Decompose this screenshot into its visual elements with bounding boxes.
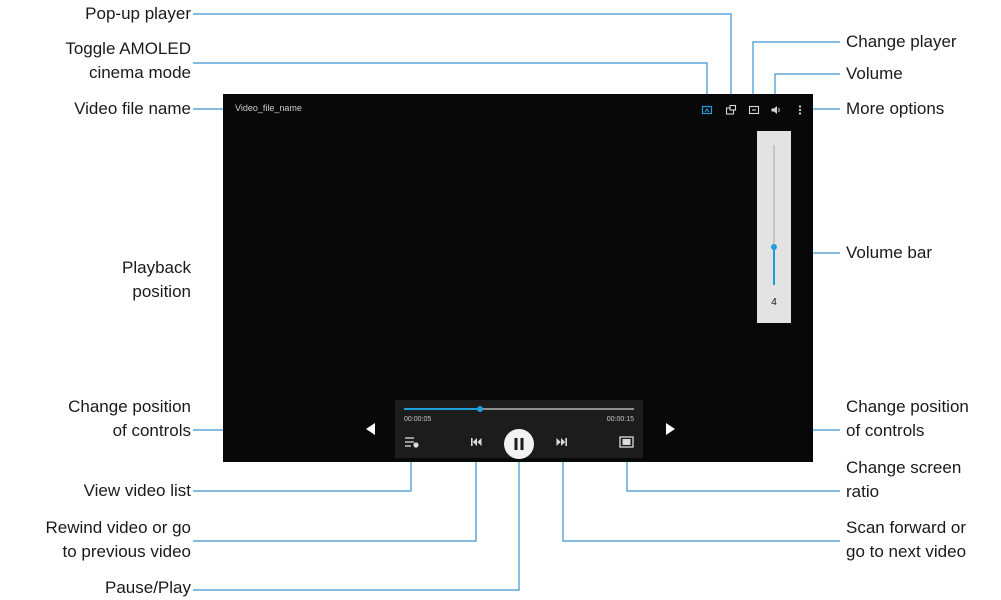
- move-controls-right-arrow-icon[interactable]: [665, 422, 677, 436]
- label-change-screen-ratio-line2: ratio: [846, 482, 880, 501]
- label-change-position-right: Change position of controls: [846, 395, 969, 443]
- label-change-position-left-line2: of controls: [112, 421, 191, 440]
- line-pause-play: [193, 458, 520, 591]
- volume-knob[interactable]: [771, 244, 777, 251]
- pause-play-button[interactable]: [504, 429, 534, 459]
- label-change-player: Change player: [846, 30, 957, 54]
- label-scan-forward-line1: Scan forward or: [846, 518, 966, 537]
- volume-icon[interactable]: [770, 104, 782, 116]
- label-change-player-text: Change player: [846, 32, 957, 51]
- screen-ratio-icon[interactable]: [619, 436, 634, 448]
- label-pause-play-text: Pause/Play: [105, 578, 191, 597]
- popup-player-icon[interactable]: [725, 104, 737, 116]
- label-view-video-list: View video list: [84, 479, 191, 503]
- label-playback-position: Playback position: [122, 256, 191, 304]
- label-more-options: More options: [846, 97, 944, 121]
- more-options-icon[interactable]: [794, 104, 806, 116]
- label-popup-player: Pop-up player: [85, 2, 191, 26]
- label-volume-text: Volume: [846, 64, 903, 83]
- label-scan-forward-line2: go to next video: [846, 542, 967, 561]
- label-playback-position-line2: position: [132, 282, 191, 301]
- label-playback-position-line1: Playback: [122, 258, 191, 277]
- label-video-file-name-text: Video file name: [74, 99, 191, 118]
- label-amoled-line1: Toggle AMOLED: [65, 39, 191, 58]
- label-change-position-left-line1: Change position: [68, 397, 191, 416]
- video-file-name: Video_file_name: [235, 103, 302, 113]
- label-volume-bar: Volume bar: [846, 241, 932, 265]
- playback-position-handle[interactable]: [476, 406, 483, 412]
- rewind-icon[interactable]: [470, 437, 482, 447]
- label-more-options-text: More options: [846, 99, 945, 118]
- line-rewind: [193, 452, 477, 542]
- amoled-cinema-mode-icon[interactable]: [701, 104, 713, 116]
- label-rewind: Rewind video or go to previous video: [45, 516, 191, 564]
- volume-fill: [773, 247, 775, 285]
- volume-bar[interactable]: 4: [757, 131, 791, 323]
- total-time: 00:00:15: [606, 416, 634, 423]
- label-change-screen-ratio: Change screen ratio: [846, 456, 961, 504]
- label-amoled-line2: cinema mode: [88, 63, 191, 82]
- label-change-screen-ratio-line1: Change screen: [846, 458, 962, 477]
- label-rewind-line2: to previous video: [62, 542, 191, 561]
- line-scan-forward: [562, 452, 840, 542]
- pause-icon: [514, 438, 524, 450]
- volume-level-value: 4: [771, 297, 777, 308]
- change-player-icon[interactable]: [748, 104, 760, 116]
- label-change-position-right-line2: of controls: [846, 421, 925, 440]
- playback-controls: 00:00:05 00:00:15: [395, 400, 643, 459]
- video-list-icon[interactable]: [404, 436, 420, 448]
- label-rewind-line1: Rewind video or go: [45, 518, 191, 537]
- label-volume: Volume: [846, 62, 903, 86]
- elapsed-time: 00:00:05: [404, 416, 432, 423]
- label-video-file-name: Video file name: [74, 97, 191, 121]
- label-view-video-list-text: View video list: [83, 481, 191, 500]
- label-change-position-right-line1: Change position: [846, 397, 969, 416]
- label-volume-bar-text: Volume bar: [846, 243, 932, 262]
- label-change-position-left: Change position of controls: [68, 395, 191, 443]
- move-controls-left-arrow-icon[interactable]: [364, 422, 376, 436]
- video-player-diagram: Video_file_name 4 00:00:05 00:00:15 Pop-…: [0, 0, 1001, 600]
- label-pause-play: Pause/Play: [105, 576, 191, 600]
- label-scan-forward: Scan forward or go to next video: [846, 516, 966, 564]
- video-screen: Video_file_name 4 00:00:05 00:00:15: [223, 94, 813, 462]
- label-popup-player-text: Pop-up player: [85, 4, 191, 23]
- fast-forward-icon[interactable]: [556, 437, 568, 447]
- label-amoled-cinema-mode: Toggle AMOLED cinema mode: [65, 37, 191, 85]
- seek-progress: [404, 408, 480, 410]
